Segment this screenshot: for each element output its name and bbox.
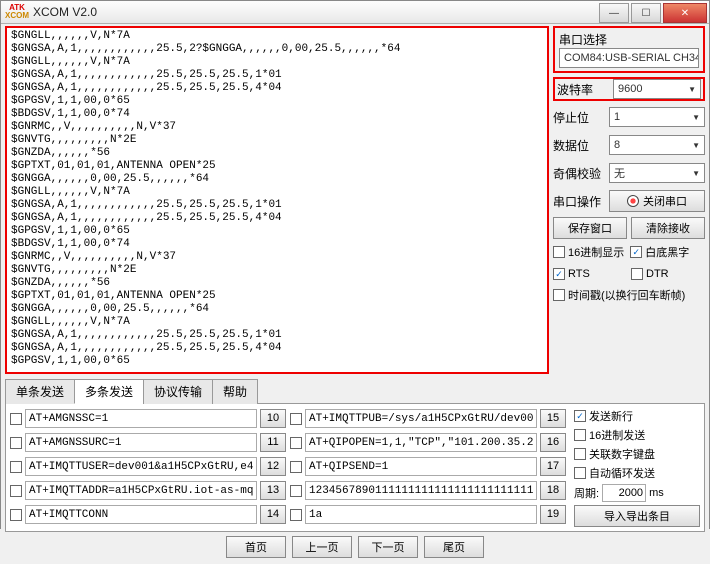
chevron-down-icon: ▼	[692, 113, 700, 122]
titlebar[interactable]: ATK XCOM XCOM V2.0 — ☐ ✕	[1, 1, 709, 24]
cmd-enable-check[interactable]	[290, 437, 302, 449]
databits-label: 数据位	[553, 137, 605, 154]
cmd-row: 16	[290, 432, 566, 453]
prev-page-button[interactable]: 上一页	[292, 536, 352, 558]
maximize-button[interactable]: ☐	[631, 3, 661, 23]
cmd-input[interactable]	[25, 433, 257, 452]
cmd-enable-check[interactable]	[10, 437, 22, 449]
cmd-row: 17	[290, 456, 566, 477]
timestamp-check[interactable]: 时间戳(以换行回车断帧)	[553, 287, 705, 303]
chevron-down-icon: ▼	[692, 169, 700, 178]
tab-multi-send[interactable]: 多条发送	[74, 379, 144, 404]
cmd-enable-check[interactable]	[290, 413, 302, 425]
cmd-send-button[interactable]: 16	[540, 433, 566, 452]
app-logo: ATK XCOM	[5, 2, 29, 22]
cmd-input[interactable]	[305, 505, 537, 524]
cmd-row: 14	[10, 504, 286, 525]
cmd-enable-check[interactable]	[10, 509, 22, 521]
cmd-row: 10	[10, 408, 286, 429]
close-button[interactable]: ✕	[663, 3, 707, 23]
cmd-input[interactable]	[25, 409, 257, 428]
cmd-input[interactable]	[25, 505, 257, 524]
chevron-down-icon: ▼	[692, 141, 700, 150]
cmd-row: 15	[290, 408, 566, 429]
cmd-row: 11	[10, 432, 286, 453]
port-label: 串口选择	[559, 31, 699, 48]
cmd-send-button[interactable]: 15	[540, 409, 566, 428]
cmd-send-button[interactable]: 12	[260, 457, 286, 476]
send-newline-check[interactable]: ✓发送新行	[574, 408, 700, 424]
cmd-row: 13	[10, 480, 286, 501]
app-window: ATK XCOM XCOM V2.0 — ☐ ✕ $GNGLL,,,,,,V,N…	[0, 0, 710, 529]
baud-select[interactable]: 9600▼	[613, 79, 701, 99]
port-status-icon	[627, 195, 639, 207]
rts-check[interactable]: ✓RTS	[553, 268, 625, 280]
cmd-send-button[interactable]: 19	[540, 505, 566, 524]
cmd-enable-check[interactable]	[10, 413, 22, 425]
next-page-button[interactable]: 下一页	[358, 536, 418, 558]
hex-send-check[interactable]: 16进制发送	[574, 427, 700, 443]
cmd-send-button[interactable]: 18	[540, 481, 566, 500]
cmd-input[interactable]	[25, 481, 257, 500]
clear-rx-button[interactable]: 清除接收	[631, 217, 705, 239]
cmd-enable-check[interactable]	[10, 461, 22, 473]
home-page-button[interactable]: 首页	[226, 536, 286, 558]
cmd-enable-check[interactable]	[10, 485, 22, 497]
cmd-enable-check[interactable]	[290, 461, 302, 473]
multi-send-panel: 10 11 12 13 14 15 16 17 18 19 ✓发送新行 16进制发送 关联数字键…	[5, 404, 705, 532]
send-tabs: 单条发送 多条发送 协议传输 帮助	[5, 378, 705, 404]
autoloop-check[interactable]: 自动循环发送	[574, 465, 700, 481]
baud-label: 波特率	[557, 81, 609, 98]
cmd-enable-check[interactable]	[290, 485, 302, 497]
period-unit: ms	[649, 487, 664, 499]
period-input[interactable]	[602, 484, 646, 502]
serial-settings-panel: 串口选择 COM84:USB-SERIAL CH34▼ 波特率 9600▼ 停止…	[553, 26, 705, 374]
terminal-output[interactable]: $GNGLL,,,,,,V,N*7A $GNGSA,A,1,,,,,,,,,,,…	[5, 26, 549, 374]
assoc-keypad-check[interactable]: 关联数字键盘	[574, 446, 700, 462]
cmd-input[interactable]	[305, 481, 537, 500]
cmd-row: 12	[10, 456, 286, 477]
cmd-input[interactable]	[305, 433, 537, 452]
cmd-send-button[interactable]: 17	[540, 457, 566, 476]
period-label: 周期:	[574, 485, 599, 501]
hex-display-check[interactable]: 16进制显示	[553, 244, 624, 260]
white-bg-check[interactable]: ✓白底黑字	[630, 244, 689, 260]
tab-protocol[interactable]: 协议传输	[143, 379, 213, 404]
dtr-check[interactable]: DTR	[631, 268, 669, 280]
last-page-button[interactable]: 尾页	[424, 536, 484, 558]
cmd-send-button[interactable]: 10	[260, 409, 286, 428]
window-title: XCOM V2.0	[33, 5, 97, 19]
parity-select[interactable]: 无▼	[609, 163, 705, 183]
parity-label: 奇偶校验	[553, 165, 605, 182]
cmd-send-button[interactable]: 11	[260, 433, 286, 452]
save-window-button[interactable]: 保存窗口	[553, 217, 627, 239]
cmd-enable-check[interactable]	[290, 509, 302, 521]
cmd-send-button[interactable]: 13	[260, 481, 286, 500]
stopbits-label: 停止位	[553, 109, 605, 126]
cmd-input[interactable]	[25, 457, 257, 476]
chevron-down-icon: ▼	[688, 85, 696, 94]
stopbits-select[interactable]: 1▼	[609, 107, 705, 127]
minimize-button[interactable]: —	[599, 3, 629, 23]
cmd-input[interactable]	[305, 409, 537, 428]
port-select[interactable]: COM84:USB-SERIAL CH34▼	[559, 48, 699, 68]
cmd-input[interactable]	[305, 457, 537, 476]
port-op-label: 串口操作	[553, 193, 605, 210]
import-export-button[interactable]: 导入导出条目	[574, 505, 700, 527]
cmd-row: 18	[290, 480, 566, 501]
cmd-row: 19	[290, 504, 566, 525]
tab-help[interactable]: 帮助	[212, 379, 258, 404]
tab-single-send[interactable]: 单条发送	[5, 379, 75, 404]
databits-select[interactable]: 8▼	[609, 135, 705, 155]
close-port-button[interactable]: 关闭串口	[609, 190, 705, 212]
cmd-send-button[interactable]: 14	[260, 505, 286, 524]
